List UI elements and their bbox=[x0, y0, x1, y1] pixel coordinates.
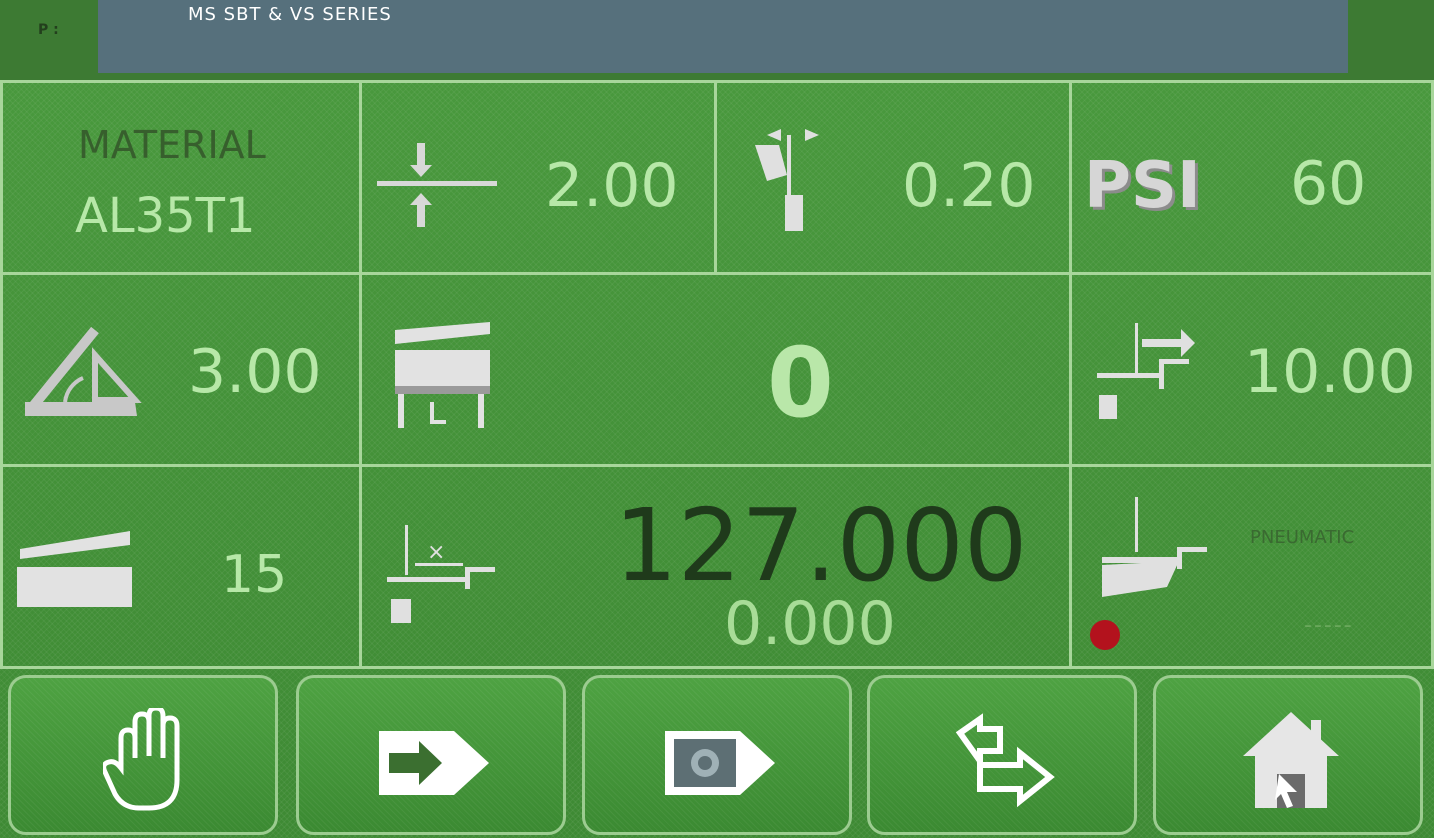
mode-label: PNEUMATIC bbox=[1250, 527, 1355, 548]
stroke-value: 15 bbox=[221, 545, 288, 605]
retract-cell[interactable]: 10.00 bbox=[1069, 272, 1434, 467]
angle-cell[interactable]: 3.00 bbox=[0, 272, 362, 467]
return-arrows-icon bbox=[955, 713, 1055, 808]
hmi-screen: P : MS SBT & VS SERIES MATERIAL AL35T1 2… bbox=[0, 0, 1434, 838]
material-label: MATERIAL bbox=[78, 123, 266, 167]
status-indicator bbox=[1090, 620, 1120, 650]
top-mark: P : bbox=[38, 22, 59, 38]
next-button[interactable] bbox=[296, 675, 566, 835]
rake-angle-icon bbox=[25, 326, 142, 416]
clearance-cell[interactable]: 0.20 bbox=[714, 80, 1072, 275]
blade-clearance-icon bbox=[755, 129, 819, 231]
pressure-value: 60 bbox=[1290, 149, 1367, 219]
home-icon bbox=[1243, 712, 1339, 808]
stroke-length-icon bbox=[17, 531, 132, 607]
pneumatic-support-icon bbox=[1102, 497, 1207, 597]
hand-stop-icon bbox=[103, 708, 180, 811]
angle-value: 3.00 bbox=[188, 337, 322, 407]
auto-button[interactable] bbox=[867, 675, 1137, 835]
counter-value: 0 bbox=[767, 327, 834, 439]
material-value: AL35T1 bbox=[75, 188, 256, 244]
arrow-right-icon bbox=[379, 731, 489, 795]
pressure-cell[interactable]: PSI 60 bbox=[1069, 80, 1434, 275]
counter-cell[interactable]: 0 bbox=[359, 272, 1072, 467]
retract-value: 10.00 bbox=[1244, 337, 1416, 407]
program-button[interactable] bbox=[582, 675, 852, 835]
mode-cell[interactable]: PNEUMATIC ----- bbox=[1069, 464, 1434, 669]
material-cell[interactable]: MATERIAL AL35T1 bbox=[0, 80, 362, 275]
backgauge-position-icon: × bbox=[387, 525, 495, 623]
position-target: 127.000 bbox=[614, 487, 1028, 604]
stroke-cell[interactable]: 15 bbox=[0, 464, 362, 669]
mode-status: ----- bbox=[1304, 613, 1354, 638]
header-banner: MS SBT & VS SERIES bbox=[98, 0, 1348, 73]
sheet-thickness-icon bbox=[377, 143, 497, 227]
home-button[interactable] bbox=[1153, 675, 1423, 835]
clearance-value: 0.20 bbox=[902, 151, 1036, 221]
header-title: MS SBT & VS SERIES bbox=[188, 4, 392, 25]
position-actual: 0.000 bbox=[724, 589, 896, 659]
position-cell[interactable]: × 127.000 0.000 bbox=[359, 464, 1072, 669]
stop-button[interactable] bbox=[8, 675, 278, 835]
program-icon bbox=[665, 731, 775, 795]
psi-label: PSI bbox=[1084, 149, 1201, 223]
backgauge-retract-icon bbox=[1097, 323, 1195, 419]
thickness-cell[interactable]: 2.00 bbox=[359, 80, 717, 275]
shear-counter-icon bbox=[395, 322, 490, 428]
svg-text:×: × bbox=[427, 540, 445, 565]
thickness-value: 2.00 bbox=[545, 151, 679, 221]
